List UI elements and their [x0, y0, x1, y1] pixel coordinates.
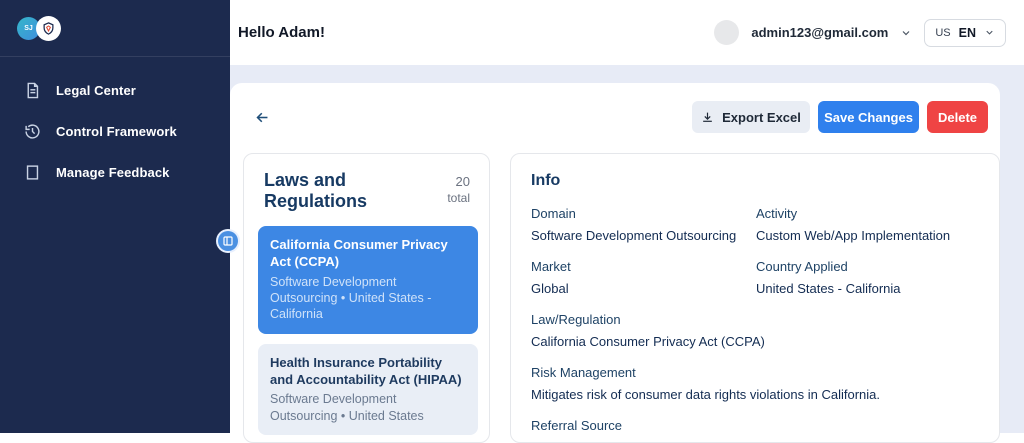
law-item-subtitle: Software Development Outsourcing • Unite… [270, 274, 466, 323]
header-right: admin123@gmail.com US EN [714, 19, 1006, 47]
law-item-subtitle: Software Development Outsourcing • Unite… [270, 391, 466, 424]
language-code: EN [959, 26, 976, 40]
field-value: Mitigates risk of consumer data rights v… [531, 387, 979, 402]
top-header: Hello Adam! admin123@gmail.com US EN [230, 0, 1024, 65]
panel-collapse-icon [222, 235, 234, 247]
law-list-item-hipaa[interactable]: Health Insurance Portability and Account… [258, 344, 478, 435]
field-value: Software Development Outsourcing [531, 228, 756, 243]
laws-panel-header: Laws and Regulations 20 total [258, 170, 476, 226]
laws-panel-title: Laws and Regulations [264, 170, 414, 212]
save-changes-button[interactable]: Save Changes [818, 101, 919, 133]
logo-row: SJ [0, 0, 230, 57]
field-label: Market [531, 259, 756, 274]
language-selector[interactable]: US EN [924, 19, 1006, 47]
shield-icon [41, 21, 56, 36]
sidebar-item-control-framework[interactable]: Control Framework [0, 111, 230, 152]
document-icon [24, 82, 41, 99]
building-icon [24, 164, 41, 181]
sidebar-item-label: Legal Center [56, 83, 136, 98]
sidebar-collapse-button[interactable] [216, 229, 240, 253]
info-grid: Domain Software Development Outsourcing … [531, 206, 979, 296]
field-country-applied: Country Applied United States - Californ… [756, 259, 981, 296]
sidebar-item-label: Manage Feedback [56, 165, 170, 180]
laws-count-number: 20 [447, 174, 470, 189]
history-icon [24, 123, 41, 140]
law-list-item-ccpa[interactable]: California Consumer Privacy Act (CCPA) S… [258, 226, 478, 334]
field-value: United States - California [756, 281, 981, 296]
field-label: Country Applied [756, 259, 981, 274]
delete-button[interactable]: Delete [927, 101, 988, 133]
avatar[interactable] [714, 20, 739, 45]
field-value: Global [531, 281, 756, 296]
laws-count: 20 total [447, 170, 470, 212]
sidebar-item-legal-center[interactable]: Legal Center [0, 70, 230, 111]
toolbar: Export Excel Save Changes Delete [230, 101, 1000, 133]
law-item-title: Health Insurance Portability and Account… [270, 355, 466, 389]
language-chevron-down-icon [984, 27, 995, 38]
field-label: Risk Management [531, 365, 979, 380]
info-panel: Info Domain Software Development Outsour… [510, 153, 1000, 443]
shield-logo [36, 16, 61, 41]
field-label: Referral Source [531, 418, 979, 433]
sidebar: SJ Legal Center [0, 0, 230, 433]
sidebar-item-manage-feedback[interactable]: Manage Feedback [0, 152, 230, 193]
laws-regulations-panel: Laws and Regulations 20 total California… [243, 153, 490, 443]
back-arrow-icon[interactable] [250, 105, 274, 129]
sidebar-item-label: Control Framework [56, 124, 177, 139]
field-value: Custom Web/App Implementation [756, 228, 981, 243]
sidebar-nav: Legal Center Control Framework Manage [0, 57, 230, 193]
download-icon [701, 111, 714, 124]
field-risk-management: Risk Management Mitigates risk of consum… [531, 365, 979, 402]
field-activity: Activity Custom Web/App Implementation [756, 206, 981, 243]
field-law-regulation: Law/Regulation California Consumer Priva… [531, 312, 979, 349]
field-domain: Domain Software Development Outsourcing [531, 206, 756, 243]
law-item-title: California Consumer Privacy Act (CCPA) [270, 237, 466, 271]
account-chevron-down-icon[interactable] [900, 27, 912, 39]
field-value: California Consumer Privacy Act (CCPA) [531, 334, 979, 349]
laws-count-label: total [447, 191, 470, 205]
info-panel-title: Info [531, 172, 979, 190]
field-market: Market Global [531, 259, 756, 296]
export-excel-button[interactable]: Export Excel [692, 101, 810, 133]
greeting-text: Hello Adam! [238, 24, 325, 41]
field-label: Domain [531, 206, 756, 221]
export-excel-label: Export Excel [722, 110, 801, 125]
field-label: Law/Regulation [531, 312, 979, 327]
language-country: US [935, 27, 950, 39]
field-referral-source: Referral Source California Civil Code, T… [531, 418, 979, 443]
user-email: admin123@gmail.com [751, 25, 888, 40]
field-label: Activity [756, 206, 981, 221]
